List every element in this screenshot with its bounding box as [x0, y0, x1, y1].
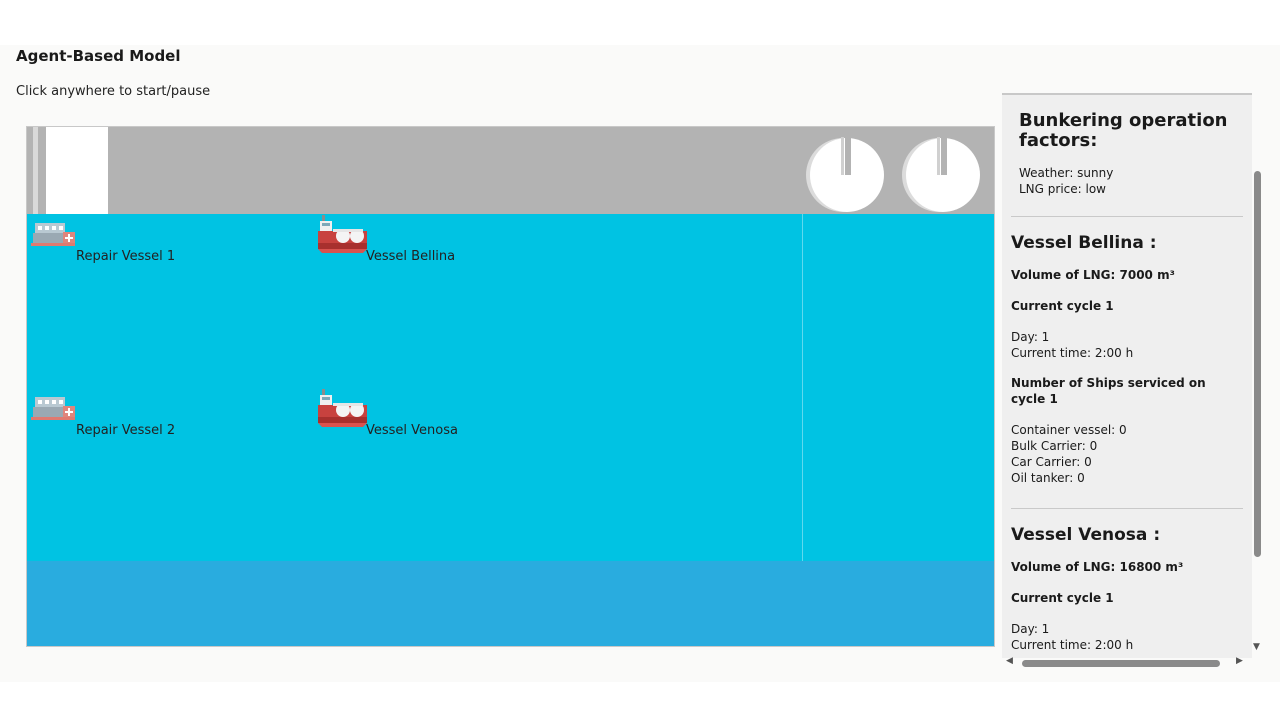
day-text: Day: 1	[1011, 622, 1050, 636]
scroll-down-icon[interactable]: ▼	[1253, 642, 1260, 652]
dock-area	[27, 127, 994, 214]
scrollbar-thumb[interactable]	[1022, 660, 1220, 667]
page-title: Agent-Based Model	[16, 47, 181, 65]
lng-volume: Volume of LNG: 16800 m³	[1011, 560, 1184, 574]
repair-vessel-icon[interactable]	[29, 219, 77, 251]
scroll-right-icon[interactable]: ▶	[1236, 656, 1243, 666]
lng-bunker-vessel-icon[interactable]	[317, 387, 369, 433]
repair-vessel-icon[interactable]	[29, 393, 77, 425]
lng-volume: Volume of LNG: 7000 m³	[1011, 268, 1175, 282]
dock-gate	[46, 127, 108, 214]
divider	[1011, 508, 1243, 509]
oil-count: Oil tanker: 0	[1011, 471, 1085, 485]
scroll-left-icon[interactable]: ◀	[1006, 656, 1013, 666]
scrollbar-thumb[interactable]	[1254, 171, 1261, 557]
current-cycle: Current cycle 1	[1011, 299, 1114, 313]
current-cycle: Current cycle 1	[1011, 591, 1114, 605]
serviced-heading: Number of Ships serviced on cycle 1	[1011, 376, 1206, 406]
ship-label: Vessel Bellina	[366, 249, 456, 264]
factors-title: Bunkering operation factors:	[1019, 110, 1228, 151]
current-time: Current time: 2:00 h	[1011, 638, 1134, 652]
car-count: Car Carrier: 0	[1011, 455, 1092, 469]
vessel-section: Vessel Bellina : Volume of LNG: 7000 m³ …	[1011, 233, 1243, 486]
divider	[1011, 216, 1243, 217]
ship-label: Vessel Venosa	[366, 423, 458, 438]
lng-storage-tank	[806, 133, 884, 212]
ship-label: Repair Vessel 2	[76, 423, 176, 438]
deep-water-area	[27, 561, 994, 646]
berth-divider	[802, 214, 803, 561]
current-time: Current time: 2:00 h	[1011, 346, 1134, 360]
weather-text: Weather: sunny	[1019, 166, 1114, 180]
ship-label: Repair Vessel 1	[76, 249, 176, 264]
vessel-title: Vessel Bellina :	[1011, 233, 1157, 253]
instructions-text: Click anywhere to start/pause	[16, 84, 211, 99]
lng-price-text: LNG price: low	[1019, 182, 1106, 196]
container-count: Container vessel: 0	[1011, 423, 1127, 437]
bulk-count: Bulk Carrier: 0	[1011, 439, 1098, 453]
vessel-section: Vessel Venosa : Volume of LNG: 16800 m³ …	[1011, 525, 1243, 653]
water-area	[27, 214, 994, 561]
lng-bunker-vessel-icon[interactable]	[317, 213, 369, 259]
info-panel[interactable]: Bunkering operation factors: Weather: su…	[1002, 93, 1252, 658]
horizontal-scrollbar[interactable]: ◀ ▶	[1002, 656, 1252, 670]
lng-storage-tank	[902, 133, 980, 212]
simulation-canvas[interactable]: Repair Vessel 1 Vessel Bellina Repair Ve…	[26, 126, 995, 647]
vertical-scrollbar[interactable]: ▼	[1252, 93, 1264, 656]
vessel-title: Vessel Venosa :	[1011, 525, 1161, 545]
day-text: Day: 1	[1011, 330, 1050, 344]
dock-stripe	[33, 127, 38, 214]
